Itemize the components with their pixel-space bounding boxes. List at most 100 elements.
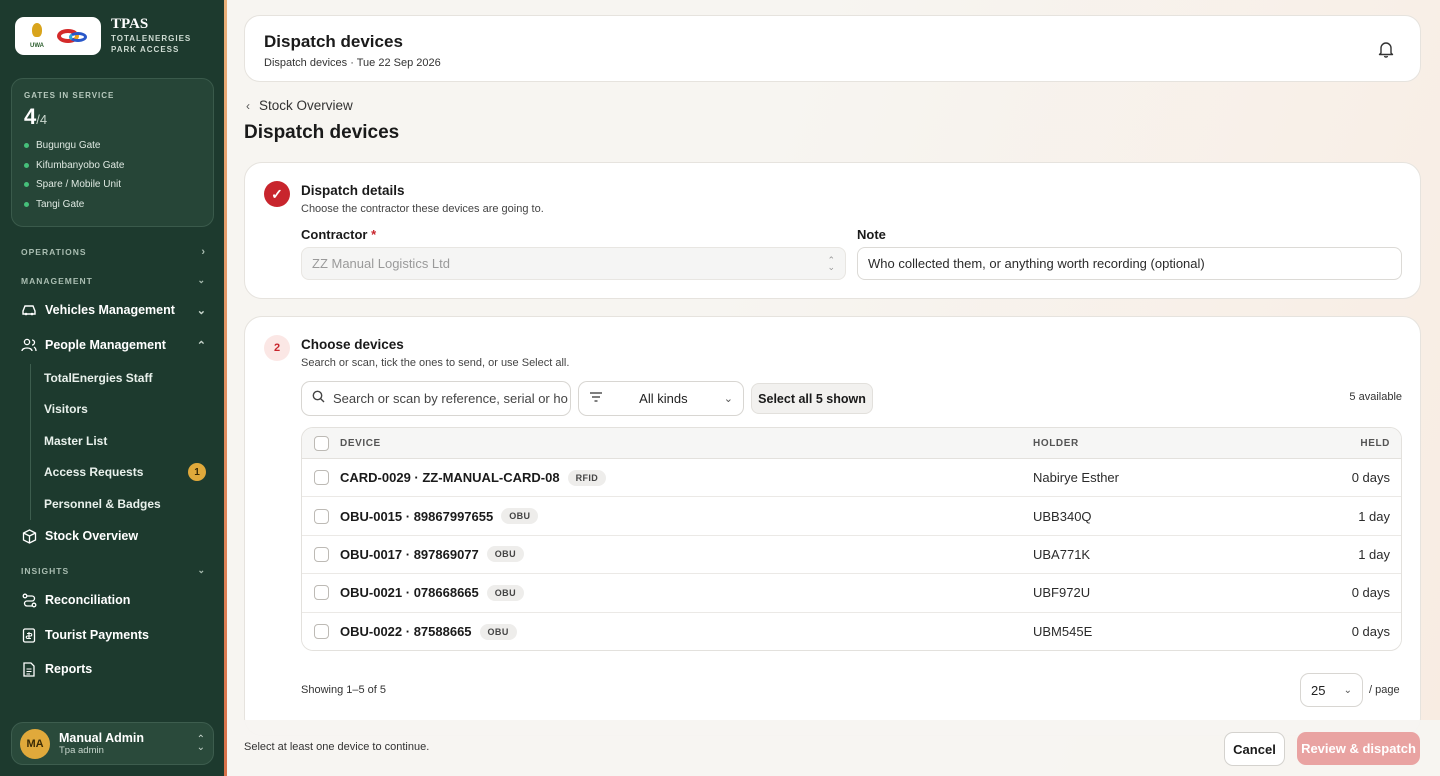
sidebar-item-stock-overview[interactable]: Stock Overview [21,524,206,548]
user-role: Tpa admin [59,745,104,756]
gates-status-card: GATES IN SERVICE 4/4 Bugungu Gate Kifumb… [11,78,214,227]
chevron-down-icon: ⌄ [196,304,206,317]
sidebar-item-totalenergies-staff[interactable]: TotalEnergies Staff [44,367,206,389]
section-title: Dispatch details [301,183,405,198]
device-holder: UBF972U [1033,585,1091,601]
car-icon [21,302,37,318]
chevron-right-icon: › [201,246,206,258]
nav-section-insights[interactable]: INSIGHTS ⌄ [21,565,206,576]
device-holder: Nabirye Esther [1033,470,1119,486]
device-held: 0 days [1351,470,1390,486]
device-reference: OBU-0022 · 87588665 [340,624,472,640]
table-row[interactable]: OBU-0017 · 897869077 OBU UBA771K 1 day [302,535,1401,575]
sidebar-item-people[interactable]: People Management ⌃ [21,333,206,357]
per-page-select[interactable]: 25 ⌄ [1300,673,1363,707]
note-input[interactable]: Who collected them, or anything worth re… [857,247,1402,280]
device-kind-tag: RFID [567,469,607,486]
access-requests-badge: 1 [188,463,206,481]
chevron-left-icon: ‹ [246,98,250,113]
brand-title: TPAS [111,16,149,32]
device-reference: CARD-0029 · ZZ-MANUAL-CARD-08 [340,470,560,486]
chevron-down-icon: ⌄ [1343,684,1352,696]
device-kind-tag: OBU [501,508,539,525]
row-checkbox[interactable] [314,546,329,562]
chevron-down-icon: ⌄ [197,275,206,285]
step-number: 2 [264,335,290,361]
sidebar-item-master-list[interactable]: Master List [44,430,206,452]
sidebar-item-tourist-payments[interactable]: Tourist Payments [21,623,206,647]
device-holder: UBA771K [1033,546,1091,562]
gate-item: Bugungu Gate [24,136,201,156]
nav-section-management[interactable]: MANAGEMENT ⌄ [21,275,206,286]
contractor-select[interactable]: ZZ Manual Logistics Ltd ⌃ ⌄ [301,247,846,280]
kind-filter-select[interactable]: All kinds ⌄ [578,381,744,416]
totalenergies-logo [55,25,89,47]
sidebar-item-personnel-badges[interactable]: Personnel & Badges [44,493,206,515]
gates-label: GATES IN SERVICE [24,91,115,100]
device-kind-tag: OBU [486,584,524,601]
bell-icon[interactable] [1378,40,1394,58]
sidebar-item-access-requests[interactable]: Access Requests 1 [44,461,206,483]
row-checkbox[interactable] [314,624,329,640]
sidebar: UWA TPAS TOTALENERGIES PARK ACCESS GATES… [0,0,224,776]
device-reference: OBU-0017 · 897869077 [340,546,479,562]
table-row[interactable]: OBU-0015 · 89867997655 OBU UBB340Q 1 day [302,497,1401,536]
submenu-rail [30,364,31,520]
per-page-label: / page [1369,684,1400,696]
device-held: 1 day [1358,508,1390,524]
table-row[interactable]: OBU-0021 · 078668665 OBU UBF972U 0 days [302,574,1401,613]
device-reference: OBU-0021 · 078668665 [340,585,479,601]
back-link[interactable]: ‹ Stock Overview [246,98,353,113]
users-icon [21,337,37,353]
row-checkbox[interactable] [314,508,329,524]
device-kind-tag: OBU [479,623,517,640]
section-title: Choose devices [301,337,404,352]
gate-item: Kifumbanyobo Gate [24,156,201,176]
brand[interactable]: UWA TPAS TOTALENERGIES PARK ACCESS [15,16,191,55]
device-kind-tag: OBU [486,546,524,563]
devices-table: DEVICE HOLDER HELD CARD-0029 · ZZ-MANUAL… [301,427,1402,651]
status-dot-icon [24,162,29,168]
device-search-input[interactable]: Search or scan by reference, serial or h… [301,381,571,416]
table-header: DEVICE HOLDER HELD [302,428,1401,459]
sidebar-item-vehicles[interactable]: Vehicles Management ⌄ [21,298,206,322]
column-device: DEVICE [340,437,381,449]
sidebar-item-reconciliation[interactable]: Reconciliation [21,588,206,612]
chevron-up-icon: ⌃ [196,339,206,352]
table-row[interactable]: CARD-0029 · ZZ-MANUAL-CARD-08 RFID Nabiry… [302,459,1401,498]
page-title: Dispatch devices [244,122,400,143]
topbar-subtitle: Dispatch devices · Tue 22 Sep 2026 [264,57,441,69]
user-menu[interactable]: MA Manual Admin Tpa admin ⌃ ⌄ [11,722,214,765]
column-holder: HOLDER [1033,437,1079,449]
section-subtitle: Search or scan, tick the ones to send, o… [301,357,570,369]
select-all-checkbox[interactable] [314,435,329,451]
chevrons-up-down-icon: ⌃ ⌄ [196,733,205,753]
pagination-summary: Showing 1–5 of 5 [301,684,387,696]
note-label: Note [857,227,886,242]
contractor-label: Contractor * [301,227,377,242]
status-dot-icon [24,143,29,149]
brand-logos: UWA [15,16,101,55]
avatar: MA [20,728,50,759]
sidebar-item-visitors[interactable]: Visitors [44,398,206,420]
brand-subtitle-1: TOTALENERGIES [111,34,192,43]
gate-item: Tangi Gate [24,195,201,215]
cancel-button[interactable]: Cancel [1224,732,1285,766]
sidebar-item-reports[interactable]: Reports [21,657,206,681]
chevrons-up-down-icon: ⌃ ⌄ [827,254,835,272]
row-checkbox[interactable] [314,585,329,601]
table-row[interactable]: OBU-0022 · 87588665 OBU UBM545E 0 days [302,612,1401,650]
select-all-button[interactable]: Select all 5 shown [751,383,873,414]
row-checkbox[interactable] [314,470,329,486]
package-icon [21,528,37,544]
filter-icon [589,391,603,406]
file-text-icon [21,661,37,677]
review-dispatch-button[interactable]: Review & dispatch [1297,732,1420,765]
device-held: 1 day [1358,546,1390,562]
search-icon [312,390,325,408]
top-bar: Dispatch devices Dispatch devices · Tue … [244,15,1421,82]
nav-section-operations[interactable]: OPERATIONS › [21,246,206,258]
status-dot-icon [24,201,29,207]
column-held: HELD [1360,437,1390,449]
gates-count: 4/4 [24,104,48,129]
